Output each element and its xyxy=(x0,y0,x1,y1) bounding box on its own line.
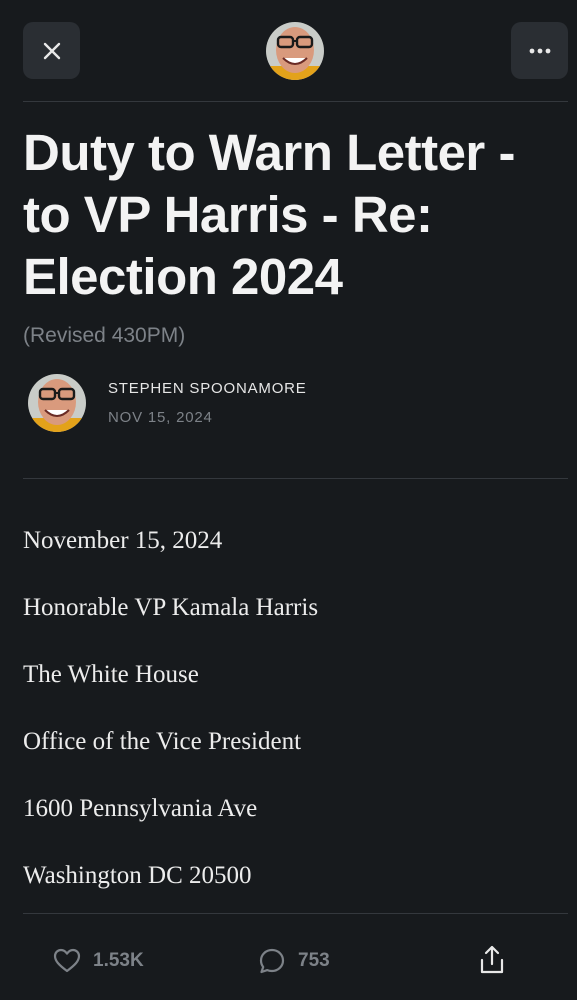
more-options-button[interactable] xyxy=(511,22,568,79)
body-line-street: 1600 Pennsylvania Ave xyxy=(23,795,258,822)
author-avatar[interactable] xyxy=(28,374,86,432)
body-line-date: November 15, 2024 xyxy=(23,527,223,554)
footer-divider xyxy=(23,913,568,914)
body-line-building: The White House xyxy=(23,661,199,688)
close-button[interactable] xyxy=(23,22,80,79)
body-line-city: Washington DC 20500 xyxy=(23,862,252,889)
body-line-recipient: Honorable VP Kamala Harris xyxy=(23,594,319,621)
like-button[interactable]: 1.53K xyxy=(53,944,144,978)
share-button[interactable] xyxy=(476,943,508,977)
post-subtitle: (Revised 430PM) xyxy=(23,324,186,347)
share-icon xyxy=(480,945,504,974)
body-line-office: Office of the Vice President xyxy=(23,728,302,755)
like-count: 1.53K xyxy=(93,950,144,971)
author-avatar-header[interactable] xyxy=(266,22,324,80)
post-title: Duty to Warn Letter - to VP Harris - Re:… xyxy=(23,124,515,305)
comment-button[interactable]: 753 xyxy=(258,944,330,978)
comment-icon xyxy=(259,948,285,974)
heart-icon xyxy=(53,948,81,973)
header-divider xyxy=(23,101,568,102)
byline-divider xyxy=(23,478,568,479)
more-horizontal-icon xyxy=(529,48,550,53)
author-name[interactable]: STEPHEN SPOONAMORE xyxy=(108,380,307,397)
comment-count: 753 xyxy=(298,950,330,971)
post-date: NOV 15, 2024 xyxy=(108,409,213,426)
top-bar xyxy=(0,0,577,102)
close-icon xyxy=(43,42,60,59)
